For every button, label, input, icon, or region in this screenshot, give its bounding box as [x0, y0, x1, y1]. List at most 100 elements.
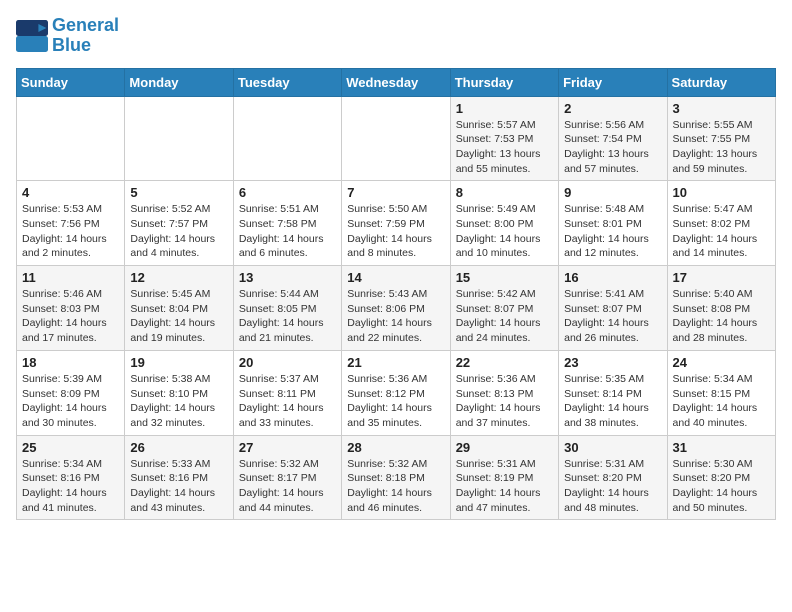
- day-info: Sunrise: 5:31 AM Sunset: 8:19 PM Dayligh…: [456, 457, 553, 516]
- day-info: Sunrise: 5:50 AM Sunset: 7:59 PM Dayligh…: [347, 202, 444, 261]
- calendar-cell: [17, 96, 125, 181]
- day-info: Sunrise: 5:51 AM Sunset: 7:58 PM Dayligh…: [239, 202, 336, 261]
- calendar-week-row: 1 Sunrise: 5:57 AM Sunset: 7:53 PM Daylig…: [17, 96, 776, 181]
- day-info: Sunrise: 5:52 AM Sunset: 7:57 PM Dayligh…: [130, 202, 227, 261]
- calendar-week-row: 4 Sunrise: 5:53 AM Sunset: 7:56 PM Daylig…: [17, 181, 776, 266]
- day-info: Sunrise: 5:45 AM Sunset: 8:04 PM Dayligh…: [130, 287, 227, 346]
- day-number: 24: [673, 355, 770, 370]
- calendar-cell: 30 Sunrise: 5:31 AM Sunset: 8:20 PM Dayli…: [559, 435, 667, 520]
- day-info: Sunrise: 5:32 AM Sunset: 8:18 PM Dayligh…: [347, 457, 444, 516]
- day-info: Sunrise: 5:47 AM Sunset: 8:02 PM Dayligh…: [673, 202, 770, 261]
- calendar-cell: 24 Sunrise: 5:34 AM Sunset: 8:15 PM Dayli…: [667, 350, 775, 435]
- day-number: 10: [673, 185, 770, 200]
- day-info: Sunrise: 5:40 AM Sunset: 8:08 PM Dayligh…: [673, 287, 770, 346]
- calendar-week-row: 25 Sunrise: 5:34 AM Sunset: 8:16 PM Dayli…: [17, 435, 776, 520]
- calendar-cell: 8Sunrise: 5:49 AM Sunset: 8:00 PM Daylig…: [450, 181, 558, 266]
- day-number: 2: [564, 101, 661, 116]
- calendar-cell: 20 Sunrise: 5:37 AM Sunset: 8:11 PM Dayli…: [233, 350, 341, 435]
- day-info: Sunrise: 5:37 AM Sunset: 8:11 PM Dayligh…: [239, 372, 336, 431]
- day-number: 31: [673, 440, 770, 455]
- calendar-cell: 15 Sunrise: 5:42 AM Sunset: 8:07 PM Dayli…: [450, 266, 558, 351]
- day-info: Sunrise: 5:30 AM Sunset: 8:20 PM Dayligh…: [673, 457, 770, 516]
- calendar-cell: 16Sunrise: 5:41 AM Sunset: 8:07 PM Dayli…: [559, 266, 667, 351]
- day-header-sunday: Sunday: [17, 68, 125, 96]
- calendar-cell: 11Sunrise: 5:46 AM Sunset: 8:03 PM Dayli…: [17, 266, 125, 351]
- calendar-cell: 3Sunrise: 5:55 AM Sunset: 7:55 PM Daylig…: [667, 96, 775, 181]
- day-info: Sunrise: 5:55 AM Sunset: 7:55 PM Dayligh…: [673, 118, 770, 177]
- calendar-cell: 2 Sunrise: 5:56 AM Sunset: 7:54 PM Daylig…: [559, 96, 667, 181]
- calendar-cell: 14 Sunrise: 5:43 AM Sunset: 8:06 PM Dayli…: [342, 266, 450, 351]
- calendar-cell: 22 Sunrise: 5:36 AM Sunset: 8:13 PM Dayli…: [450, 350, 558, 435]
- day-number: 7: [347, 185, 444, 200]
- day-header-monday: Monday: [125, 68, 233, 96]
- day-number: 5: [130, 185, 227, 200]
- day-header-tuesday: Tuesday: [233, 68, 341, 96]
- calendar-cell: 12 Sunrise: 5:45 AM Sunset: 8:04 PM Dayli…: [125, 266, 233, 351]
- day-info: Sunrise: 5:35 AM Sunset: 8:14 PM Dayligh…: [564, 372, 661, 431]
- day-number: 13: [239, 270, 336, 285]
- page-header: General Blue: [16, 16, 776, 56]
- day-info: Sunrise: 5:33 AM Sunset: 8:16 PM Dayligh…: [130, 457, 227, 516]
- day-info: Sunrise: 5:43 AM Sunset: 8:06 PM Dayligh…: [347, 287, 444, 346]
- day-number: 11: [22, 270, 119, 285]
- day-info: Sunrise: 5:34 AM Sunset: 8:15 PM Dayligh…: [673, 372, 770, 431]
- day-header-wednesday: Wednesday: [342, 68, 450, 96]
- day-info: Sunrise: 5:56 AM Sunset: 7:54 PM Dayligh…: [564, 118, 661, 177]
- calendar-cell: [342, 96, 450, 181]
- calendar-cell: 6 Sunrise: 5:51 AM Sunset: 7:58 PM Daylig…: [233, 181, 341, 266]
- calendar-cell: 17Sunrise: 5:40 AM Sunset: 8:08 PM Dayli…: [667, 266, 775, 351]
- day-info: Sunrise: 5:36 AM Sunset: 8:13 PM Dayligh…: [456, 372, 553, 431]
- calendar-cell: 5 Sunrise: 5:52 AM Sunset: 7:57 PM Daylig…: [125, 181, 233, 266]
- day-number: 8: [456, 185, 553, 200]
- calendar-cell: 9 Sunrise: 5:48 AM Sunset: 8:01 PM Daylig…: [559, 181, 667, 266]
- day-number: 22: [456, 355, 553, 370]
- day-info: Sunrise: 5:53 AM Sunset: 7:56 PM Dayligh…: [22, 202, 119, 261]
- day-number: 9: [564, 185, 661, 200]
- day-info: Sunrise: 5:34 AM Sunset: 8:16 PM Dayligh…: [22, 457, 119, 516]
- calendar-cell: 23 Sunrise: 5:35 AM Sunset: 8:14 PM Dayli…: [559, 350, 667, 435]
- calendar-week-row: 18Sunrise: 5:39 AM Sunset: 8:09 PM Dayli…: [17, 350, 776, 435]
- day-number: 4: [22, 185, 119, 200]
- day-info: Sunrise: 5:39 AM Sunset: 8:09 PM Dayligh…: [22, 372, 119, 431]
- day-info: Sunrise: 5:42 AM Sunset: 8:07 PM Dayligh…: [456, 287, 553, 346]
- day-number: 21: [347, 355, 444, 370]
- day-info: Sunrise: 5:38 AM Sunset: 8:10 PM Dayligh…: [130, 372, 227, 431]
- day-number: 14: [347, 270, 444, 285]
- calendar-cell: 25 Sunrise: 5:34 AM Sunset: 8:16 PM Dayli…: [17, 435, 125, 520]
- calendar-header-row: SundayMondayTuesdayWednesdayThursdayFrid…: [17, 68, 776, 96]
- day-info: Sunrise: 5:41 AM Sunset: 8:07 PM Dayligh…: [564, 287, 661, 346]
- day-info: Sunrise: 5:44 AM Sunset: 8:05 PM Dayligh…: [239, 287, 336, 346]
- day-number: 26: [130, 440, 227, 455]
- calendar-cell: 10 Sunrise: 5:47 AM Sunset: 8:02 PM Dayli…: [667, 181, 775, 266]
- day-info: Sunrise: 5:57 AM Sunset: 7:53 PM Dayligh…: [456, 118, 553, 177]
- calendar-cell: [125, 96, 233, 181]
- calendar-cell: 4 Sunrise: 5:53 AM Sunset: 7:56 PM Daylig…: [17, 181, 125, 266]
- calendar-week-row: 11Sunrise: 5:46 AM Sunset: 8:03 PM Dayli…: [17, 266, 776, 351]
- logo: General Blue: [16, 16, 119, 56]
- calendar-cell: 28 Sunrise: 5:32 AM Sunset: 8:18 PM Dayli…: [342, 435, 450, 520]
- day-info: Sunrise: 5:32 AM Sunset: 8:17 PM Dayligh…: [239, 457, 336, 516]
- day-number: 6: [239, 185, 336, 200]
- day-number: 20: [239, 355, 336, 370]
- calendar-cell: 21Sunrise: 5:36 AM Sunset: 8:12 PM Dayli…: [342, 350, 450, 435]
- day-info: Sunrise: 5:48 AM Sunset: 8:01 PM Dayligh…: [564, 202, 661, 261]
- calendar-cell: 26 Sunrise: 5:33 AM Sunset: 8:16 PM Dayli…: [125, 435, 233, 520]
- day-number: 15: [456, 270, 553, 285]
- day-number: 19: [130, 355, 227, 370]
- day-header-friday: Friday: [559, 68, 667, 96]
- day-number: 23: [564, 355, 661, 370]
- day-number: 27: [239, 440, 336, 455]
- calendar-table: SundayMondayTuesdayWednesdayThursdayFrid…: [16, 68, 776, 521]
- calendar-cell: 31 Sunrise: 5:30 AM Sunset: 8:20 PM Dayli…: [667, 435, 775, 520]
- day-number: 30: [564, 440, 661, 455]
- calendar-cell: 29Sunrise: 5:31 AM Sunset: 8:19 PM Dayli…: [450, 435, 558, 520]
- calendar-cell: 18Sunrise: 5:39 AM Sunset: 8:09 PM Dayli…: [17, 350, 125, 435]
- day-number: 12: [130, 270, 227, 285]
- day-number: 25: [22, 440, 119, 455]
- day-header-saturday: Saturday: [667, 68, 775, 96]
- day-number: 1: [456, 101, 553, 116]
- logo-icon: [16, 20, 48, 52]
- day-number: 28: [347, 440, 444, 455]
- logo-text: General Blue: [52, 16, 119, 56]
- day-info: Sunrise: 5:31 AM Sunset: 8:20 PM Dayligh…: [564, 457, 661, 516]
